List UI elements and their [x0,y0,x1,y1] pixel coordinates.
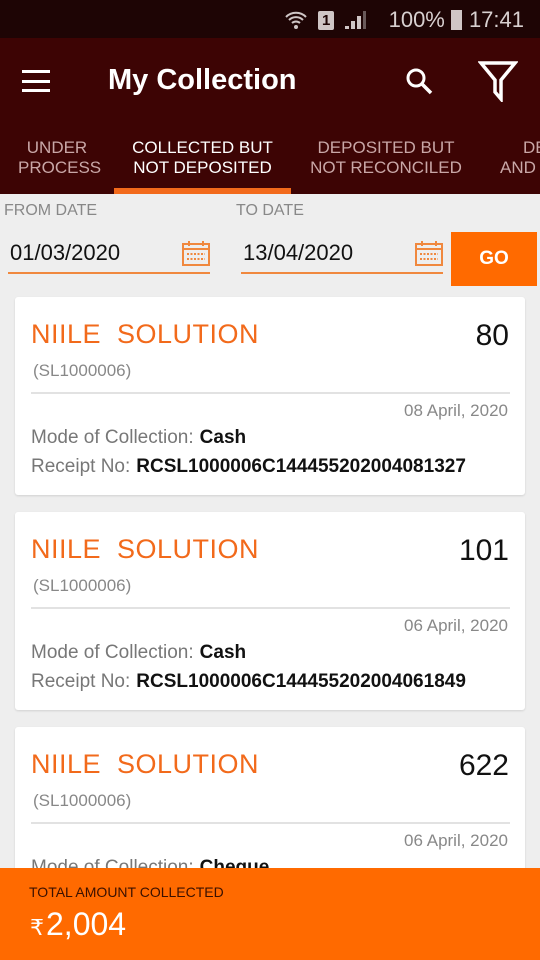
customer-name: NIILE SOLUTION [31,319,260,349]
to-date-field[interactable]: 13/04/2020 [241,236,443,274]
app-bar: My Collection UNDER PROCESS COLLECTED BUT… [0,38,540,194]
amount: 80 [475,319,509,352]
page-title: My Collection [108,64,297,96]
wifi-icon [285,11,307,29]
total-amount: ₹2,004 [30,906,127,942]
customer-code: (SL1000006) [33,361,132,380]
customer-code: (SL1000006) [33,576,132,595]
menu-icon[interactable] [22,70,50,92]
receipt-row: Receipt No: RCSL1000006C14445520200408132… [31,456,466,477]
signal-icon [345,11,367,29]
total-bar: TOTAL AMOUNT COLLECTED ₹2,004 [0,868,540,960]
divider [31,607,510,609]
mode-row: Mode of Collection: Cash [31,427,247,448]
amount: 622 [458,749,509,782]
battery-status: 100% [389,7,462,33]
collection-card[interactable]: NIILE SOLUTION 80 (SL1000006) 08 April, … [15,297,525,495]
customer-code: (SL1000006) [33,791,132,810]
to-date-label: TO DATE [236,202,304,219]
tab-deposited-not-reconciled[interactable]: DEPOSITED BUT NOT RECONCILED [304,138,468,178]
collection-date: 06 April, 2020 [404,831,508,850]
tab-fourth[interactable]: DEAND [500,138,540,178]
filter-icon[interactable] [478,60,518,102]
calendar-icon[interactable] [415,240,443,266]
status-tabs: UNDER PROCESS COLLECTED BUT NOT DEPOSITED … [0,138,540,194]
status-bar: 1 100% 17:41 [0,0,540,38]
collection-card[interactable]: NIILE SOLUTION 101 (SL1000006) 06 April,… [15,512,525,710]
divider [31,392,510,394]
tab-collected-not-deposited[interactable]: COLLECTED BUT NOT DEPOSITED [114,138,291,178]
mode-row: Mode of Collection: Cash [31,642,247,663]
customer-name: NIILE SOLUTION [31,749,260,779]
tab-under-process[interactable]: UNDER PROCESS [18,138,101,178]
receipt-row: Receipt No: RCSL1000006C14445520200406184… [31,671,466,692]
collection-date: 08 April, 2020 [404,401,508,420]
from-date-label: FROM DATE [4,202,98,219]
go-button[interactable]: GO [451,232,537,286]
from-date-field[interactable]: 01/03/2020 [8,236,210,274]
tab-indicator [114,188,291,194]
total-label: TOTAL AMOUNT COLLECTED [29,884,224,900]
battery-icon [451,10,462,30]
collection-date: 06 April, 2020 [404,616,508,635]
amount: 101 [458,534,509,567]
clock: 17:41 [468,7,524,32]
customer-name: NIILE SOLUTION [31,534,260,564]
divider [31,822,510,824]
search-icon[interactable] [404,66,434,96]
sim-icon: 1 [318,10,335,30]
calendar-icon[interactable] [182,240,210,266]
